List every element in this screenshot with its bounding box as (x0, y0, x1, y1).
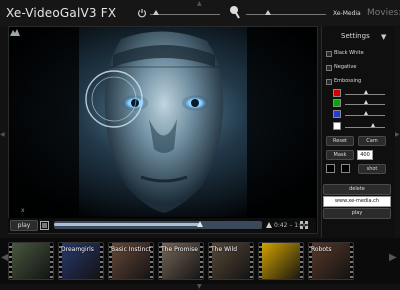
cam-button[interactable]: Cam (358, 136, 386, 146)
black-white-label: Black White (334, 50, 364, 56)
volume-icon[interactable] (266, 222, 272, 228)
film-perforation (100, 243, 103, 279)
blue-slider-knob[interactable] (364, 111, 368, 115)
mask-value-field[interactable]: 400 (357, 150, 373, 160)
magnifier-icon[interactable] (229, 5, 241, 19)
embossing-label: Embossing (334, 78, 362, 84)
white-slider[interactable] (345, 127, 385, 128)
video-frame[interactable]: x (9, 27, 317, 217)
zoom-slider-knob[interactable] (265, 10, 272, 15)
video-still-image (9, 27, 317, 217)
white-swatch (333, 122, 341, 130)
thumbnail-1[interactable] (8, 242, 54, 280)
white-slider-knob[interactable] (371, 123, 375, 127)
green-swatch (333, 99, 341, 107)
red-swatch (333, 89, 341, 97)
mask-color-left[interactable] (326, 164, 335, 173)
red-slider[interactable] (345, 94, 385, 95)
thumbnail-title: The Promise (161, 246, 198, 253)
video-mark: x (21, 207, 25, 214)
red-slider-knob[interactable] (364, 90, 368, 94)
playback-controls: play 0:42 – 1:00 (8, 218, 316, 233)
green-slider[interactable] (345, 104, 385, 105)
mask-button[interactable]: Mask (326, 150, 354, 160)
reset-button[interactable]: Reset (326, 136, 354, 146)
thumbnail-title: Robots (311, 246, 332, 253)
play-button[interactable]: play (10, 220, 38, 231)
right-arrow-icon[interactable]: ▶ (395, 132, 400, 138)
delete-button[interactable]: delete (323, 184, 391, 195)
power-icon[interactable] (137, 8, 147, 18)
blue-swatch (333, 110, 341, 118)
chevron-down-icon[interactable]: ▼ (381, 33, 386, 41)
film-perforation (250, 243, 253, 279)
seek-progress (54, 223, 200, 226)
seek-handle[interactable] (196, 221, 203, 227)
film-perforation (50, 243, 53, 279)
blue-slider[interactable] (345, 115, 385, 116)
thumbnail-title: The Wild (211, 246, 238, 253)
thumbnail-4[interactable]: The Promise (158, 242, 204, 280)
embossing-checkbox[interactable] (326, 79, 332, 85)
top-arrow-icon[interactable]: ▲ (197, 1, 202, 7)
brightness-slider-track[interactable] (150, 14, 220, 15)
bottom-arrow-icon[interactable]: ▼ (197, 284, 202, 290)
mask-color-mid[interactable] (341, 164, 350, 173)
logo-icon (10, 29, 20, 36)
film-perforation (200, 243, 203, 279)
filmstrip-right-arrow-icon[interactable]: ▶ (389, 252, 397, 263)
play-settings-button[interactable]: play (323, 208, 391, 219)
grid-icon[interactable] (300, 221, 308, 229)
film-perforation (9, 243, 12, 279)
xe-media-link[interactable]: Xe-Media (333, 10, 361, 17)
green-slider-knob[interactable] (364, 100, 368, 104)
thumbnail-5[interactable]: The Wild (208, 242, 254, 280)
brightness-slider-knob[interactable] (152, 10, 159, 15)
thumbnail-3[interactable]: Basic Instinct (108, 242, 154, 280)
thumbnail-title: Basic Instinct (111, 246, 151, 253)
film-perforation (350, 243, 353, 279)
film-perforation (259, 243, 262, 279)
negative-checkbox[interactable] (326, 65, 332, 71)
movies-label: Movies: (367, 8, 400, 18)
seek-bar[interactable] (54, 221, 262, 229)
thumbnail-7[interactable]: Robots (308, 242, 354, 280)
negative-label: Negative (334, 64, 357, 70)
zoom-slider-track[interactable] (246, 14, 326, 15)
film-perforation (300, 243, 303, 279)
thumbnail-title: Dreamgirls (61, 246, 94, 253)
app-title: Xe-VideoGalV3 FX (6, 6, 117, 20)
left-arrow-icon[interactable]: ◀ (0, 132, 5, 138)
thumbnail-2[interactable]: Dreamgirls (58, 242, 104, 280)
website-link[interactable]: www.xe-media.ch (323, 196, 391, 207)
settings-title: Settings (341, 32, 370, 40)
thumbnail-6[interactable] (258, 242, 304, 280)
video-player[interactable]: x (8, 26, 318, 234)
black-white-checkbox[interactable] (326, 51, 332, 57)
shot-button[interactable]: shot (358, 164, 386, 174)
filmstrip-icon[interactable] (40, 221, 49, 230)
